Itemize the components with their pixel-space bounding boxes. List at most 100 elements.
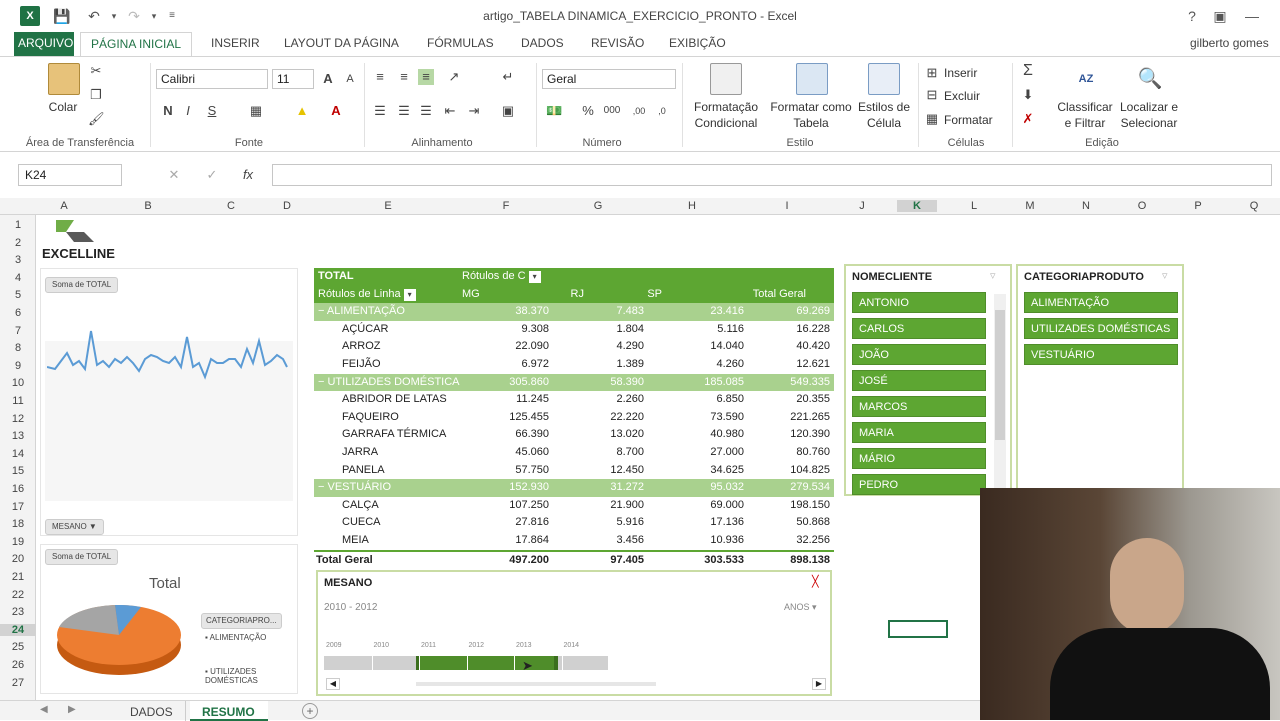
column-header-h[interactable]: H (672, 200, 712, 212)
pivot-table[interactable]: TOTAL Rótulos de C ▾ Rótulos de Linha ▾ MG R… (314, 268, 834, 566)
slicer-item[interactable]: ALIMENTAÇÃO (1024, 292, 1178, 313)
column-header-e[interactable]: E (368, 200, 408, 212)
fill-icon[interactable]: ⬇ (1020, 87, 1036, 103)
row-header-2[interactable]: 2 (0, 237, 36, 249)
pivot-grand-total-row[interactable]: Total Geral 497.200 97.405 303.533 898.138 (314, 549, 834, 568)
row-header-26[interactable]: 26 (0, 659, 36, 671)
format-painter-icon[interactable]: 🖌 (88, 111, 105, 127)
pivot-category-row[interactable]: − VESTUÁRIO 152.930 31.272 95.032 279.534 (314, 479, 834, 497)
row-header-21[interactable]: 21 (0, 571, 36, 583)
slicer-scrollbar[interactable] (994, 294, 1006, 492)
sort-filter-button[interactable]: Classificar e Filtrar (1054, 99, 1116, 131)
pivot-item-row[interactable]: CUECA 27.816 5.916 17.136 50.868 (314, 514, 834, 532)
pivot-item-row[interactable]: CALÇA 107.250 21.900 69.000 198.150 (314, 497, 834, 515)
row-header-19[interactable]: 19 (0, 536, 36, 548)
row-header-17[interactable]: 17 (0, 501, 36, 513)
pie-chart[interactable]: Soma de TOTAL Total CATEGORIAPRO... ▪ AL… (40, 544, 298, 694)
format-cells-icon[interactable]: ▦ (924, 111, 940, 127)
find-select-icon[interactable]: 🔍 (1134, 63, 1166, 95)
pivot-category-row[interactable]: − ALIMENTAÇÃO 38.370 7.483 23.416 69.269 (314, 303, 834, 321)
timeline-unit[interactable]: ANOS ▾ (784, 602, 817, 613)
row-header-16[interactable]: 16 (0, 483, 36, 495)
slicer-item[interactable]: VESTUÁRIO (1024, 344, 1178, 365)
clear-filter-icon[interactable]: ▿ (1162, 269, 1168, 282)
tab-revisao[interactable]: REVISÃO (591, 36, 644, 50)
format-cells-button[interactable]: Formatar (944, 112, 993, 128)
column-header-g[interactable]: G (578, 200, 618, 212)
slicer-item[interactable]: UTILIZADES DOMÉSTICAS (1024, 318, 1178, 339)
row-header-25[interactable]: 25 (0, 641, 36, 653)
sheet-next-icon[interactable]: ▶ (68, 704, 76, 715)
minimize-icon[interactable]: — (1242, 6, 1262, 26)
timeline-scrollbar[interactable] (416, 682, 656, 686)
paste-button[interactable]: Colar (40, 99, 86, 115)
align-bottom-icon[interactable]: ≡ (418, 69, 434, 85)
ribbon-display-icon[interactable]: ▣ (1210, 6, 1230, 26)
scroll-thumb[interactable] (995, 310, 1005, 440)
underline-button[interactable]: S (204, 103, 220, 119)
slicer-item-antonio[interactable]: ANTONIO (852, 292, 986, 313)
user-name[interactable]: gilberto gomes (1190, 36, 1269, 50)
align-top-icon[interactable]: ≡ (372, 69, 388, 85)
bold-button[interactable]: N (160, 103, 176, 119)
column-header-q[interactable]: Q (1234, 200, 1274, 212)
line-filter-button[interactable]: MESANO ▼ (45, 519, 104, 535)
line-chart[interactable]: Soma de TOTAL MESANO ▼ (40, 268, 298, 536)
cell-styles-button[interactable]: Estilos de Célula (854, 99, 914, 131)
add-sheet-icon[interactable]: + (302, 703, 318, 719)
pivot-item-row[interactable]: FAQUEIRO 125.455 22.220 73.590 221.265 (314, 409, 834, 427)
cancel-icon[interactable]: ✕ (166, 167, 182, 183)
sort-filter-icon[interactable]: AZ (1070, 63, 1102, 95)
row-header-7[interactable]: 7 (0, 325, 36, 337)
tab-inserir[interactable]: INSERIR (211, 36, 260, 50)
row-header-14[interactable]: 14 (0, 448, 36, 460)
row-header-22[interactable]: 22 (0, 589, 36, 601)
row-header-1[interactable]: 1 (0, 219, 36, 231)
filter-dropdown-icon[interactable]: ▾ (403, 288, 416, 301)
tab-arquivo[interactable]: ARQUIVO (14, 32, 74, 56)
shrink-font-icon[interactable]: A (342, 71, 358, 87)
slicer-item-carlos[interactable]: CARLOS (852, 318, 986, 339)
pivot-item-row[interactable]: ARROZ 22.090 4.290 14.040 40.420 (314, 338, 834, 356)
row-header-3[interactable]: 3 (0, 254, 36, 266)
thousands-button[interactable]: 000 (600, 103, 624, 119)
slicer-item-marcos[interactable]: MARCOS (852, 396, 986, 417)
align-middle-icon[interactable]: ≡ (396, 69, 412, 85)
scroll-left-icon[interactable]: ◀ (326, 678, 340, 690)
row-header-23[interactable]: 23 (0, 606, 36, 618)
column-header-l[interactable]: L (954, 200, 994, 212)
slicer-item-maria[interactable]: MARIA (852, 422, 986, 443)
conditional-format-button[interactable]: Formatação Condicional (686, 99, 766, 131)
row-header-5[interactable]: 5 (0, 289, 36, 301)
column-header-m[interactable]: M (1010, 200, 1050, 212)
merge-center-icon[interactable]: ▣ (500, 103, 516, 119)
help-button[interactable]: ? (1182, 6, 1202, 26)
column-header-a[interactable]: A (44, 200, 84, 212)
timeline-selection[interactable] (415, 656, 558, 670)
clear-icon[interactable]: ✗ (1020, 111, 1036, 127)
enter-icon[interactable]: ✓ (204, 167, 220, 183)
line-field-button[interactable]: Soma de TOTAL (45, 277, 119, 293)
clear-filter-icon[interactable]: ▿ (990, 269, 996, 282)
tab-layout-pagina[interactable]: LAYOUT DA PÁGINA (284, 36, 399, 50)
column-header-p[interactable]: P (1178, 200, 1218, 212)
row-header-27[interactable]: 27 (0, 677, 36, 689)
slicer-item-joão[interactable]: JOÃO (852, 344, 986, 365)
align-right-icon[interactable]: ☰ (418, 103, 434, 119)
wrap-text-icon[interactable]: ↵ (500, 69, 516, 85)
pivot-item-row[interactable]: GARRAFA TÉRMICA 66.390 13.020 40.980 120.390 (314, 426, 834, 444)
pie-legend-button[interactable]: CATEGORIAPRO... (201, 613, 282, 629)
row-header-18[interactable]: 18 (0, 518, 36, 530)
row-header-10[interactable]: 10 (0, 377, 36, 389)
row-header-11[interactable]: 11 (0, 395, 36, 407)
pivot-row-labels[interactable]: Rótulos de Linha ▾ (318, 288, 416, 301)
format-table-icon[interactable] (796, 63, 828, 95)
cell-styles-icon[interactable] (868, 63, 900, 95)
column-header-i[interactable]: I (767, 200, 807, 212)
increase-indent-icon[interactable]: ⇥ (466, 103, 482, 119)
tab-exibicao[interactable]: EXIBIÇÃO (669, 36, 726, 50)
tab-pagina-inicial[interactable]: PÁGINA INICIAL (80, 32, 193, 57)
cut-icon[interactable]: ✂ (88, 63, 104, 79)
grow-font-icon[interactable]: A (320, 71, 336, 87)
row-header-12[interactable]: 12 (0, 413, 36, 425)
